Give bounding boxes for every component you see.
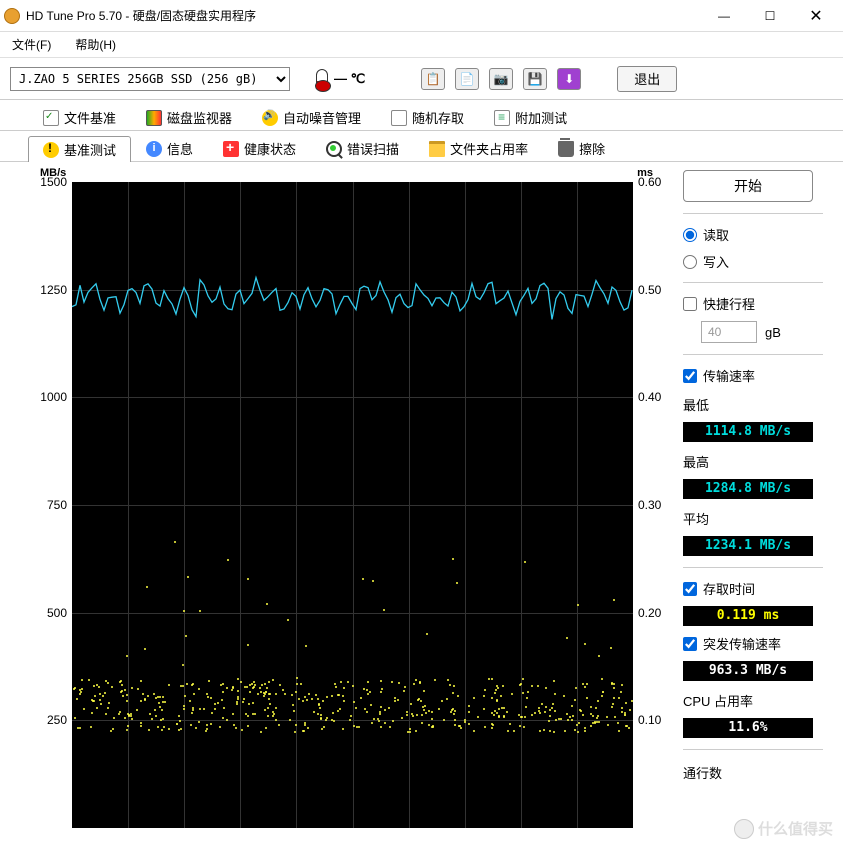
tab-file-benchmark[interactable]: 文件基准 [28, 104, 131, 130]
drive-select[interactable]: J.ZAO 5 SERIES 256GB SSD (256 gB) [10, 67, 290, 91]
right-tick: 0.40 [638, 390, 661, 404]
save-icon[interactable]: 💾 [523, 68, 547, 90]
avg-label: 平均 [683, 509, 823, 528]
right-tick: 0.60 [638, 175, 661, 189]
right-tick: 0.30 [638, 498, 661, 512]
close-button[interactable]: ✕ [793, 1, 839, 31]
right-tick: 0.20 [638, 606, 661, 620]
toolbar: J.ZAO 5 SERIES 256GB SSD (256 gB) — ℃ 📋 … [0, 58, 843, 100]
watermark: 什么值得买 [734, 818, 833, 839]
copy-info-icon[interactable]: 📄 [455, 68, 479, 90]
passes-label: 通行数 [683, 763, 823, 782]
tab-aam[interactable]: 自动噪音管理 [247, 104, 376, 130]
temperature-value: — ℃ [334, 71, 365, 87]
benchmark-chart [72, 182, 633, 828]
tab-info[interactable]: i信息 [131, 135, 208, 161]
window-title: HD Tune Pro 5.70 - 硬盘/固态硬盘实用程序 [26, 7, 701, 24]
magnifier-icon [326, 141, 342, 157]
app-icon [4, 8, 20, 24]
trash-icon [558, 141, 574, 157]
min-value: 1114.8 MB/s [683, 422, 813, 442]
max-label: 最高 [683, 452, 823, 471]
burst-checkbox[interactable]: 突发传输速率 [683, 634, 823, 653]
random-icon [391, 110, 407, 126]
burst-value: 963.3 MB/s [683, 661, 813, 681]
extra-icon [494, 110, 510, 126]
menu-file[interactable]: 文件(F) [12, 36, 51, 53]
access-time-value: 0.119 ms [683, 606, 813, 626]
left-tick: 750 [47, 498, 67, 512]
speaker-icon [262, 110, 278, 126]
tab-health[interactable]: 健康状态 [208, 135, 311, 161]
quick-checkbox[interactable]: 快捷行程 [683, 294, 823, 313]
left-tick: 500 [47, 606, 67, 620]
max-value: 1284.8 MB/s [683, 479, 813, 499]
menu-bar: 文件(F) 帮助(H) [0, 32, 843, 58]
right-tick: 0.50 [638, 283, 661, 297]
start-button[interactable]: 开始 [683, 170, 813, 202]
side-panel: 开始 读取 写入 快捷行程 gB 传输速率 最低 1114.8 MB/s 最高 … [663, 170, 831, 835]
avg-value: 1234.1 MB/s [683, 536, 813, 556]
tabs-row-2: 基准测试 i信息 健康状态 错误扫描 文件夹占用率 擦除 [0, 131, 843, 162]
left-tick: 1250 [40, 283, 67, 297]
write-radio[interactable]: 写入 [683, 252, 823, 271]
minimize-button[interactable]: — [701, 1, 747, 31]
tab-benchmark[interactable]: 基准测试 [28, 136, 131, 162]
left-tick: 1500 [40, 175, 67, 189]
exclamation-icon [43, 142, 59, 158]
left-tick: 250 [47, 713, 67, 727]
left-tick: 1000 [40, 390, 67, 404]
folder-icon [429, 141, 445, 157]
file-icon [43, 110, 59, 126]
options-icon[interactable]: ⬇ [557, 68, 581, 90]
monitor-icon [146, 110, 162, 126]
right-tick: 0.10 [638, 713, 661, 727]
tabs-row-1: 文件基准 磁盘监视器 自动噪音管理 随机存取 附加测试 [0, 100, 843, 131]
cpu-value: 11.6% [683, 718, 813, 738]
title-bar: HD Tune Pro 5.70 - 硬盘/固态硬盘实用程序 — ☐ ✕ [0, 0, 843, 32]
quick-value-input [701, 321, 757, 343]
thermometer-icon [316, 69, 328, 89]
tab-random-access[interactable]: 随机存取 [376, 104, 479, 130]
health-icon [223, 141, 239, 157]
screenshot-icon[interactable]: 📷 [489, 68, 513, 90]
chart-area: MB/s ms 1500125010007505002500.600.500.4… [18, 170, 663, 835]
maximize-button[interactable]: ☐ [747, 1, 793, 31]
min-label: 最低 [683, 395, 823, 414]
temperature-display: — ℃ [316, 69, 365, 89]
quick-unit: gB [765, 325, 781, 340]
tab-erase[interactable]: 擦除 [543, 135, 620, 161]
menu-help[interactable]: 帮助(H) [75, 36, 116, 53]
tab-disk-monitor[interactable]: 磁盘监视器 [131, 104, 247, 130]
tab-error-scan[interactable]: 错误扫描 [311, 135, 414, 161]
copy-text-icon[interactable]: 📋 [421, 68, 445, 90]
read-radio[interactable]: 读取 [683, 225, 823, 244]
tab-folder-usage[interactable]: 文件夹占用率 [414, 135, 543, 161]
access-time-checkbox[interactable]: 存取时间 [683, 579, 823, 598]
watermark-icon [734, 819, 754, 839]
transfer-rate-checkbox[interactable]: 传输速率 [683, 366, 823, 385]
info-icon: i [146, 141, 162, 157]
main-content: MB/s ms 1500125010007505002500.600.500.4… [0, 162, 843, 835]
cpu-label: CPU 占用率 [683, 691, 823, 710]
tab-extra-tests[interactable]: 附加测试 [479, 104, 582, 130]
exit-button[interactable]: 退出 [617, 66, 677, 92]
